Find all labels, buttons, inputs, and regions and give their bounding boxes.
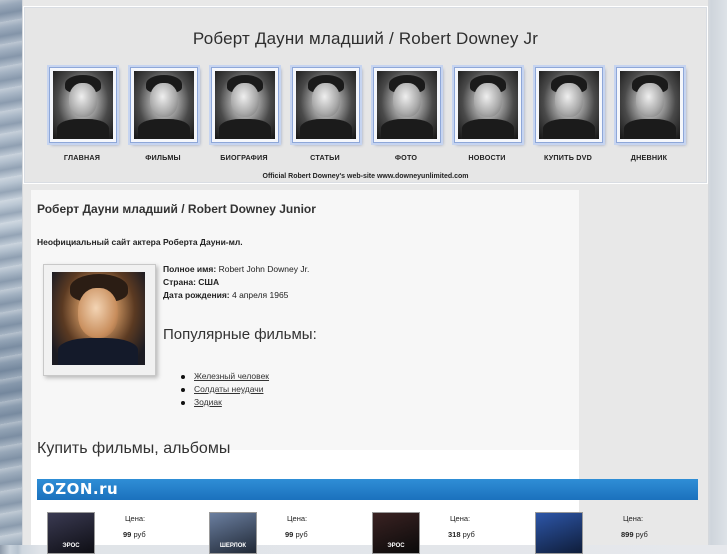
- background-left-decoration: [0, 0, 24, 545]
- price-label: Цена:: [125, 514, 146, 523]
- price-currency: руб: [295, 530, 308, 539]
- price-label: Цена:: [450, 514, 471, 523]
- page-subheading: Неофициальный сайт актера Роберта Дауни-…: [37, 237, 243, 247]
- birthdate-value: 4 апреля 1965: [231, 290, 289, 300]
- official-site-link[interactable]: Official Robert Downey's web-site www.do…: [24, 173, 707, 180]
- product-cover-text: ШЕРЛОК: [219, 543, 247, 549]
- product-item: Цена: 899 руб: [535, 508, 695, 554]
- film-link[interactable]: Солдаты неудачи: [194, 384, 263, 394]
- price-amount: 99: [285, 530, 294, 539]
- nav-photo-thumbnail[interactable]: [373, 67, 441, 143]
- price-label: Цена:: [623, 514, 644, 523]
- nav-photo-thumbnail[interactable]: [211, 67, 279, 143]
- actor-info: Полное имя: Robert John Downey Jr. Стран…: [163, 263, 309, 302]
- price-currency: руб: [635, 530, 648, 539]
- portrait-frame: [43, 264, 156, 376]
- product-cover-text: ЭРОС: [62, 543, 80, 549]
- product-item: ЭРОС Цена: 99 руб: [37, 508, 197, 554]
- product-list: ЭРОС Цена: 99 руб ШЕРЛОК Цена: 99 руб ЭР…: [37, 508, 698, 554]
- nav-photo-thumbnail[interactable]: [535, 67, 603, 143]
- nav-label[interactable]: ФИЛЬМЫ: [122, 153, 204, 162]
- site-container: Роберт Дауни младший / Robert Downey Jr …: [22, 0, 709, 554]
- country-label: Страна:: [163, 277, 196, 287]
- product-item: ЭРОС Цена: 318 руб: [362, 508, 522, 554]
- nav-item-home[interactable]: ГЛАВНАЯ: [47, 65, 117, 167]
- nav-photo-thumbnail[interactable]: [130, 67, 198, 143]
- price-label: Цена:: [287, 514, 308, 523]
- nav-item-news[interactable]: НОВОСТИ: [452, 65, 522, 167]
- product-item: ШЕРЛОК Цена: 99 руб: [199, 508, 359, 554]
- site-title: Роберт Дауни младший / Robert Downey Jr: [192, 29, 539, 48]
- ozon-logo[interactable]: OZON.ru: [42, 480, 118, 498]
- fullname-label: Полное имя:: [163, 264, 217, 274]
- price-amount: 318: [448, 530, 461, 539]
- nav-label[interactable]: ГЛАВНАЯ: [41, 153, 123, 162]
- site-header: Роберт Дауни младший / Robert Downey Jr …: [23, 6, 708, 184]
- nav-photo-thumbnail[interactable]: [292, 67, 360, 143]
- price-value: 318 руб: [448, 530, 475, 539]
- film-link[interactable]: Железный человек: [194, 371, 269, 381]
- product-cover-text: ЭРОС: [387, 543, 405, 549]
- nav-item-articles[interactable]: СТАТЬИ: [290, 65, 360, 167]
- price-value: 99 руб: [285, 530, 308, 539]
- list-item: Зодиак: [175, 396, 269, 409]
- buy-section-title: Купить фильмы, альбомы: [37, 440, 231, 457]
- product-cover-image[interactable]: ЭРОС: [47, 512, 95, 554]
- nav-label[interactable]: СТАТЬИ: [284, 153, 366, 162]
- list-item: Солдаты неудачи: [175, 383, 269, 396]
- nav-label[interactable]: НОВОСТИ: [446, 153, 528, 162]
- ozon-banner[interactable]: OZON.ru: [37, 479, 698, 500]
- birthdate-label: Дата рождения:: [163, 290, 230, 300]
- nav-item-biography[interactable]: БИОГРАФИЯ: [209, 65, 279, 167]
- portrait-photo: [52, 272, 145, 365]
- price-amount: 899: [621, 530, 634, 539]
- info-fullname: Полное имя: Robert John Downey Jr.: [163, 263, 309, 276]
- nav-item-films[interactable]: ФИЛЬМЫ: [128, 65, 198, 167]
- nav-label[interactable]: ДНЕВНИК: [608, 153, 690, 162]
- popular-films-title: Популярные фильмы:: [163, 326, 317, 343]
- product-cover-image[interactable]: ШЕРЛОК: [209, 512, 257, 554]
- price-amount: 99: [123, 530, 132, 539]
- price-value: 899 руб: [621, 530, 648, 539]
- film-link[interactable]: Зодиак: [194, 397, 222, 407]
- main-navigation: ГЛАВНАЯ ФИЛЬМЫ БИОГРАФИЯ СТАТЬИ ФОТО НОВ…: [47, 65, 687, 167]
- price-currency: руб: [462, 530, 475, 539]
- price-currency: руб: [133, 530, 146, 539]
- main-content: Роберт Дауни младший / Robert Downey Jun…: [31, 190, 698, 554]
- list-item: Железный человек: [175, 370, 269, 383]
- nav-photo-thumbnail[interactable]: [49, 67, 117, 143]
- country-value: США: [198, 277, 220, 287]
- nav-label[interactable]: ФОТО: [365, 153, 447, 162]
- fullname-value: Robert John Downey Jr.: [218, 264, 310, 274]
- nav-photo-thumbnail[interactable]: [616, 67, 684, 143]
- popular-films-list: Железный человек Солдаты неудачи Зодиак: [175, 370, 269, 409]
- info-country: Страна: США: [163, 276, 309, 289]
- price-value: 99 руб: [123, 530, 146, 539]
- nav-label[interactable]: БИОГРАФИЯ: [203, 153, 285, 162]
- nav-item-photo[interactable]: ФОТО: [371, 65, 441, 167]
- page-heading: Роберт Дауни младший / Robert Downey Jun…: [37, 202, 316, 216]
- product-cover-image[interactable]: ЭРОС: [372, 512, 420, 554]
- nav-item-buy-dvd[interactable]: КУПИТЬ DVD: [533, 65, 603, 167]
- intro-panel: Роберт Дауни младший / Robert Downey Jun…: [31, 190, 579, 450]
- info-birthdate: Дата рождения: 4 апреля 1965: [163, 289, 309, 302]
- product-cover-image[interactable]: [535, 512, 583, 554]
- nav-item-diary[interactable]: ДНЕВНИК: [614, 65, 684, 167]
- nav-label[interactable]: КУПИТЬ DVD: [527, 153, 609, 162]
- nav-photo-thumbnail[interactable]: [454, 67, 522, 143]
